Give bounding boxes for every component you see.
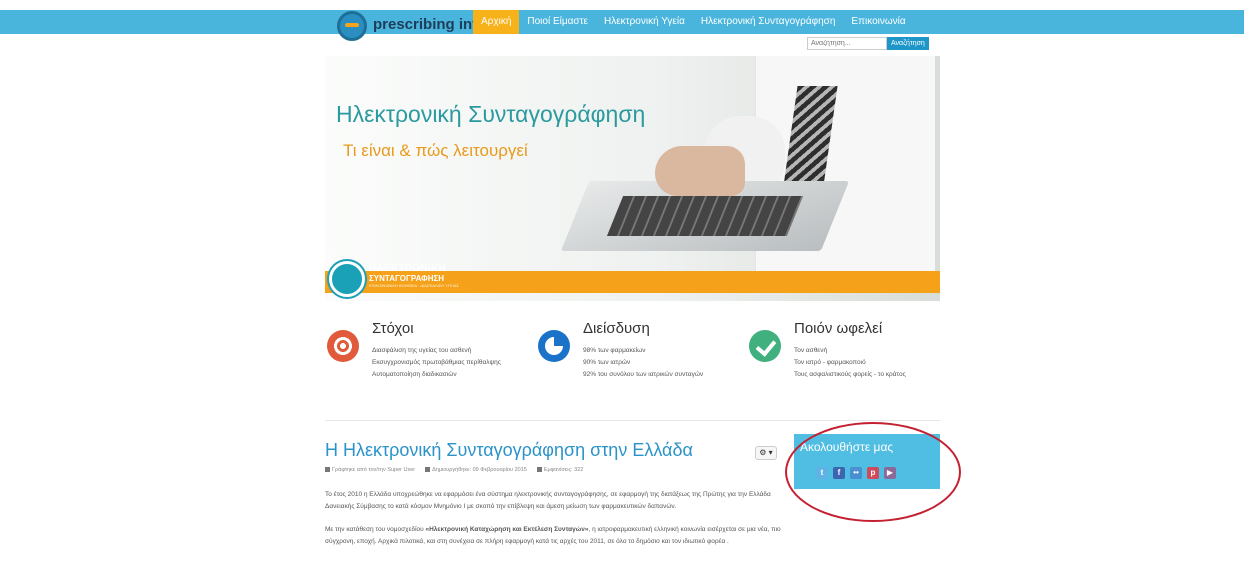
annotation-ellipse [785,422,961,522]
hand-image [655,146,745,196]
hero-banner[interactable]: Ηλεκτρονική Συνταγογράφηση Τι είναι & πώ… [325,56,940,301]
article-paragraph-1: Το έτος 2010 η Ελλάδα υποχρεώθηκε να εφα… [325,491,771,510]
feature-line: Εκσυγχρονισμός πρωτοβάθμιας περίθαλψης [372,359,501,366]
calendar-icon [425,467,431,473]
meta-hits: Εμφανίσεις: 322 [536,467,584,473]
para2-bold-text: «Ηλεκτρονική Καταχώρηση και Εκτέλεση Συν… [425,526,589,533]
feature-title: Ποιόν ωφελεί [794,320,883,337]
badge-line-1: ΗΛΕΚΤΡΟΝΙΚΗ [369,263,447,274]
feature-line: 98% των φαρμακείων [583,347,646,354]
search-input[interactable] [807,37,887,50]
user-icon [325,467,330,473]
eprescription-logo-icon [329,261,365,297]
logo-text: prescribing info [373,15,487,33]
badge-line-3: ΕΠΙΚΟΙΝΩΝΙΚΗ ΒΟΗΘΕΙΑ · ΔΙΑΣΦΑΛΙΣΗ ΥΓΕΙΑΣ [369,283,459,288]
feature-line: Διασφάλιση της υγείας του ασθενή [372,347,472,354]
feature-line: Τον ιατρό - φαρμακοποιό [794,359,866,366]
search-form: Αναζήτηση [807,37,929,50]
nav-item-contact[interactable]: Επικοινωνία [843,10,913,34]
logo-icon [337,11,367,41]
main-menu: Αρχική Ποιοί Είμαστε Ηλεκτρονική Υγεία Η… [473,10,914,34]
nav-item-ehealth[interactable]: Ηλεκτρονική Υγεία [596,10,693,34]
section-divider [325,420,940,421]
meta-created: Δημιουργήθηκε: 09 Φεβρουαρίου 2015 [425,467,527,473]
meta-created-text: Δημιουργήθηκε: 09 Φεβρουαρίου 2015 [432,467,527,473]
feature-lines: Διασφάλιση της υγείας του ασθενή Εκσυγχρ… [372,345,501,381]
nav-item-home[interactable]: Αρχική [473,10,520,34]
feature-line: Αυτοματοποίηση διαδικασιών [372,371,457,378]
feature-title: Στόχοι [372,320,414,337]
search-button[interactable]: Αναζήτηση [887,37,929,50]
meta-author-text: Γράφτηκε από τον/την Super User [332,467,416,473]
para2-text: Με την κατάθεση του νομοσχεδίου [325,526,426,533]
article-paragraph-2: Με την κατάθεση του νομοσχεδίου «Ηλεκτρο… [325,524,795,548]
target-icon [327,330,359,362]
feature-line: Τους ασφαλιστικούς φορείς - το κράτος [794,371,906,378]
hero-title: Ηλεκτρονική Συνταγογράφηση [336,101,646,127]
feature-line: Τον ασθενή [794,347,828,354]
feature-title: Διείσδυση [583,320,650,337]
meta-hits-text: Εμφανίσεις: 322 [543,467,584,473]
feature-lines: Τον ασθενή Τον ιατρό - φαρμακοποιό Τους … [794,345,906,381]
feature-line: 90% των ιατρών [583,359,631,366]
meta-author: Γράφτηκε από τον/την Super User [325,467,415,473]
article-title[interactable]: Η Ηλεκτρονική Συνταγογράφηση στην Ελλάδα [325,440,693,461]
hero-badge-text: ΗΛΕΚΤΡΟΝΙΚΗ ΣΥΝΤΑΓΟΓΡΑΦΗΣΗ ΕΠΙΚΟΙΝΩΝΙΚΗ … [369,263,459,288]
feature-line: 92% του συνόλου των ιατρικών συνταγών [583,371,704,378]
feature-lines: 98% των φαρμακείων 90% των ιατρών 92% το… [583,345,703,381]
badge-line-2: ΣΥΝΤΑΓΟΓΡΑΦΗΣΗ [369,274,445,283]
hero-subtitle: Τι είναι & πώς λειτουργεί [343,141,528,160]
checkmark-icon [749,330,781,362]
pie-chart-icon [538,330,570,362]
article-tools-button[interactable]: ⚙ ▾ [755,446,777,460]
nav-item-eprescribing[interactable]: Ηλεκτρονική Συνταγογράφηση [693,10,844,34]
article-meta: Γράφτηκε από τον/την Super User Δημιουργ… [325,467,583,473]
keyboard-image [606,196,804,236]
eye-icon [536,467,542,473]
site-logo[interactable]: prescribing info [337,10,487,41]
nav-item-about[interactable]: Ποιοί Είμαστε [519,10,596,34]
